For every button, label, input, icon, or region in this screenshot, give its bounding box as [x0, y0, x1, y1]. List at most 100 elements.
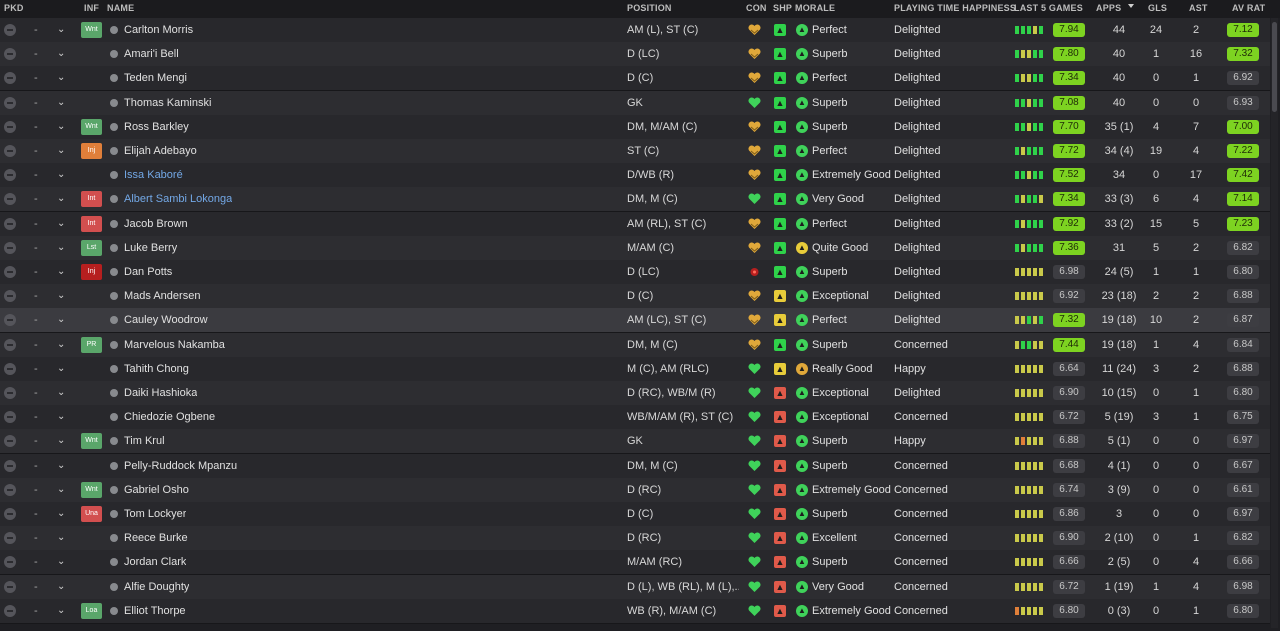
table-row[interactable]: - ⌄ Una Tom Lockyer D (C) ▲ ▲ Superb Concerned 6.… — [0, 502, 1270, 527]
table-row[interactable]: - ⌄ Teden Mengi D (C) ▲ ▲ Perfect Delighted 7.34… — [0, 66, 1270, 91]
picked-toggle-icon[interactable] — [4, 242, 16, 254]
picked-toggle-icon[interactable] — [4, 314, 16, 326]
player-name[interactable]: Pelly-Ruddock Mpanzu — [124, 454, 237, 478]
header-avrat[interactable]: AV RAT — [1232, 3, 1265, 13]
table-row[interactable]: - ⌄ Tahith Chong M (C), AM (RLC) ▲ ▲ Really Go… — [0, 357, 1270, 382]
selection-dash[interactable]: - — [34, 405, 38, 429]
selection-dash[interactable]: - — [34, 260, 38, 284]
chevron-down-icon[interactable]: ⌄ — [57, 599, 65, 623]
chevron-down-icon[interactable]: ⌄ — [57, 42, 65, 66]
player-name[interactable]: Thomas Kaminski — [124, 91, 211, 115]
chevron-down-icon[interactable]: ⌄ — [57, 18, 65, 42]
player-name[interactable]: Daiki Hashioka — [124, 381, 197, 405]
header-gls[interactable]: GLS — [1148, 3, 1167, 13]
selection-dash[interactable]: - — [34, 42, 38, 66]
player-name[interactable]: Ross Barkley — [124, 115, 189, 139]
header-apps[interactable]: APPS — [1096, 3, 1121, 13]
chevron-down-icon[interactable]: ⌄ — [57, 550, 65, 574]
player-name[interactable]: Cauley Woodrow — [124, 308, 208, 332]
player-name[interactable]: Reece Burke — [124, 526, 188, 550]
picked-toggle-icon[interactable] — [4, 290, 16, 302]
selection-dash[interactable]: - — [34, 139, 38, 163]
chevron-down-icon[interactable]: ⌄ — [57, 187, 65, 211]
chevron-down-icon[interactable]: ⌄ — [57, 333, 65, 357]
selection-dash[interactable]: - — [34, 187, 38, 211]
picked-toggle-icon[interactable] — [4, 435, 16, 447]
header-con[interactable]: CON — [746, 3, 767, 13]
table-row[interactable]: - ⌄ Pelly-Ruddock Mpanzu DM, M (C) ▲ ▲ Superb C… — [0, 454, 1270, 479]
table-row[interactable]: - ⌄ PR Marvelous Nakamba DM, M (C) ▲ ▲ Superb Co… — [0, 333, 1270, 358]
player-name[interactable]: Jordan Clark — [124, 550, 186, 574]
table-row[interactable]: - ⌄ Thomas Kaminski GK ▲ ▲ Superb Delighted 7.08… — [0, 91, 1270, 116]
selection-dash[interactable]: - — [34, 478, 38, 502]
header-name[interactable]: NAME — [107, 3, 134, 13]
table-row[interactable]: - ⌄ Cauley Woodrow AM (LC), ST (C) ▲ ▲ Perfect… — [0, 308, 1270, 333]
table-row[interactable]: - ⌄ Jordan Clark M/AM (RC) ▲ ▲ Superb Concerned… — [0, 550, 1270, 575]
chevron-down-icon[interactable]: ⌄ — [57, 454, 65, 478]
picked-toggle-icon[interactable] — [4, 193, 16, 205]
chevron-down-icon[interactable]: ⌄ — [57, 163, 65, 187]
header-morale[interactable]: MORALE — [795, 3, 835, 13]
chevron-down-icon[interactable]: ⌄ — [57, 405, 65, 429]
picked-toggle-icon[interactable] — [4, 363, 16, 375]
selection-dash[interactable]: - — [34, 429, 38, 453]
player-name[interactable]: Elijah Adebayo — [124, 139, 197, 163]
header-playing-time[interactable]: PLAYING TIME HAPPINESS — [894, 3, 1016, 13]
player-name[interactable]: Dan Potts — [124, 260, 172, 284]
selection-dash[interactable]: - — [34, 550, 38, 574]
table-row[interactable]: - ⌄ Int Albert Sambi Lokonga DM, M (C) ▲ ▲ Very… — [0, 187, 1270, 212]
selection-dash[interactable]: - — [34, 163, 38, 187]
selection-dash[interactable]: - — [34, 502, 38, 526]
player-name[interactable]: Amari'i Bell — [124, 42, 179, 66]
picked-toggle-icon[interactable] — [4, 411, 16, 423]
chevron-down-icon[interactable]: ⌄ — [57, 478, 65, 502]
header-inf[interactable]: INF — [84, 3, 99, 13]
selection-dash[interactable]: - — [34, 115, 38, 139]
player-name[interactable]: Chiedozie Ogbene — [124, 405, 215, 429]
selection-dash[interactable]: - — [34, 333, 38, 357]
player-name[interactable]: Tim Krul — [124, 429, 165, 453]
table-row[interactable]: - ⌄ Wnt Ross Barkley DM, M/AM (C) ▲ ▲ Superb Del… — [0, 115, 1270, 140]
selection-dash[interactable]: - — [34, 236, 38, 260]
picked-toggle-icon[interactable] — [4, 387, 16, 399]
player-name[interactable]: Luke Berry — [124, 236, 177, 260]
selection-dash[interactable]: - — [34, 91, 38, 115]
table-row[interactable]: - ⌄ Mads Andersen D (C) ▲ ▲ Exceptional Delight… — [0, 284, 1270, 309]
picked-toggle-icon[interactable] — [4, 145, 16, 157]
selection-dash[interactable]: - — [34, 66, 38, 90]
selection-dash[interactable]: - — [34, 381, 38, 405]
chevron-down-icon[interactable]: ⌄ — [57, 66, 65, 90]
table-row[interactable]: - ⌄ Wnt Gabriel Osho D (RC) ▲ ▲ Extremely Good C… — [0, 478, 1270, 503]
selection-dash[interactable]: - — [34, 454, 38, 478]
table-row[interactable]: - ⌄ Wnt Carlton Morris AM (L), ST (C) ▲ ▲ Perfe… — [0, 18, 1270, 43]
player-name[interactable]: Mads Andersen — [124, 284, 200, 308]
header-position[interactable]: POSITION — [627, 3, 672, 13]
picked-toggle-icon[interactable] — [4, 121, 16, 133]
table-row[interactable]: - ⌄ Issa Kaboré D/WB (R) ▲ ▲ Extremely Good Del… — [0, 163, 1270, 188]
player-name[interactable]: Albert Sambi Lokonga — [124, 187, 232, 211]
chevron-down-icon[interactable]: ⌄ — [57, 91, 65, 115]
picked-toggle-icon[interactable] — [4, 48, 16, 60]
table-row[interactable]: - ⌄ Int Jacob Brown AM (RL), ST (C) ▲ ▲ Perfect… — [0, 212, 1270, 237]
picked-toggle-icon[interactable] — [4, 266, 16, 278]
selection-dash[interactable]: - — [34, 575, 38, 599]
table-row[interactable]: - ⌄ Amari'i Bell D (LC) ▲ ▲ Superb Delighted 7.8… — [0, 42, 1270, 67]
picked-toggle-icon[interactable] — [4, 581, 16, 593]
chevron-down-icon[interactable]: ⌄ — [57, 502, 65, 526]
header-shp[interactable]: SHP — [773, 3, 792, 13]
player-name[interactable]: Marvelous Nakamba — [124, 333, 225, 357]
scrollbar[interactable] — [1271, 18, 1278, 628]
table-row[interactable]: - ⌄ Wnt Tim Krul GK ▲ ▲ Superb Happy 6.88 5 (1) 0 0 6… — [0, 429, 1270, 454]
chevron-down-icon[interactable]: ⌄ — [57, 575, 65, 599]
selection-dash[interactable]: - — [34, 526, 38, 550]
header-ast[interactable]: AST — [1189, 3, 1208, 13]
chevron-down-icon[interactable]: ⌄ — [57, 236, 65, 260]
header-pkd[interactable]: PKD — [4, 3, 24, 13]
scrollbar-thumb[interactable] — [1272, 22, 1277, 112]
table-row[interactable]: - ⌄ Daiki Hashioka D (RC), WB/M (R) ▲ ▲ Except… — [0, 381, 1270, 406]
picked-toggle-icon[interactable] — [4, 72, 16, 84]
selection-dash[interactable]: - — [34, 308, 38, 332]
table-row[interactable]: - ⌄ Alfie Doughty D (L), WB (RL), M (L),...… — [0, 575, 1270, 600]
picked-toggle-icon[interactable] — [4, 97, 16, 109]
player-name[interactable]: Issa Kaboré — [124, 163, 183, 187]
